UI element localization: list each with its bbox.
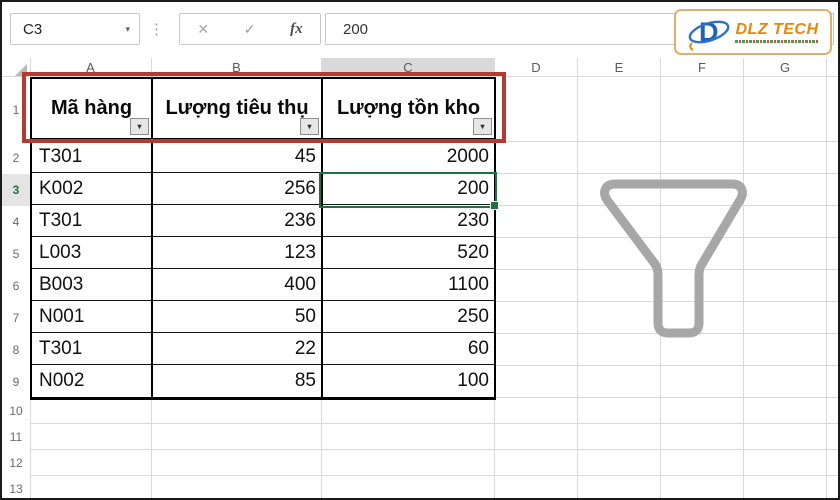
table-cell[interactable]: 236 (153, 205, 323, 237)
row-header-2[interactable]: 2 (2, 142, 30, 174)
more-options-icon[interactable]: ⋮ (149, 20, 164, 38)
dlz-tech-logo: D DLZ TECH (674, 9, 832, 55)
table-cell[interactable]: L003 (32, 237, 153, 269)
table-cell[interactable]: 123 (153, 237, 323, 269)
table-header-label: Lượng tiêu thụ (165, 97, 309, 119)
table-cell[interactable]: 100 (323, 365, 494, 397)
filter-dropdown-button[interactable]: ▾ (300, 118, 319, 135)
row-header-10[interactable]: 10 (2, 398, 30, 424)
table-cell[interactable]: K002 (32, 173, 153, 205)
filter-dropdown-button[interactable]: ▾ (130, 118, 149, 135)
table-header-cell[interactable]: Mã hàng ▾ (32, 79, 153, 141)
logo-d-orbit-icon: D (688, 17, 730, 51)
gridline (826, 58, 827, 498)
commit-icon[interactable]: ✓ (244, 21, 256, 38)
column-header-e[interactable]: E (578, 58, 660, 77)
table-cell[interactable]: 230 (323, 205, 494, 237)
gridline (30, 475, 838, 476)
logo-brand-text: DLZ TECH (735, 21, 819, 38)
row-header-12[interactable]: 12 (2, 450, 30, 476)
column-header-a[interactable]: A (30, 58, 151, 77)
column-header-c[interactable]: C (322, 58, 494, 77)
name-box-value: C3 (23, 20, 43, 38)
gridline (30, 423, 838, 424)
table-cell[interactable]: 2000 (323, 141, 494, 173)
table-header-cell[interactable]: Lượng tồn kho ▾ (323, 79, 494, 141)
gridline (577, 58, 578, 498)
table-cell[interactable]: 250 (323, 301, 494, 333)
formula-actions: ✕ ✓ fx (179, 13, 321, 45)
table-header-label: Mã hàng (50, 97, 133, 119)
table-cell[interactable]: 45 (153, 141, 323, 173)
data-table: Mã hàng ▾ Lượng tiêu thụ ▾ Lượng tồn kho… (30, 77, 496, 400)
chevron-down-icon[interactable]: ▾ (125, 24, 139, 35)
row-header-11[interactable]: 11 (2, 424, 30, 450)
table-cell[interactable]: 22 (153, 333, 323, 365)
row-header-4[interactable]: 4 (2, 206, 30, 238)
table-cell[interactable]: T301 (32, 141, 153, 173)
row-header-6[interactable]: 6 (2, 270, 30, 302)
cancel-icon[interactable]: ✕ (197, 21, 209, 38)
column-header-b[interactable]: B (152, 58, 321, 77)
column-header-d[interactable]: D (495, 58, 577, 77)
table-cell[interactable]: 85 (153, 365, 323, 397)
row-header-1[interactable]: 1 (2, 77, 30, 142)
insert-function-icon[interactable]: fx (290, 21, 303, 38)
filter-funnel-icon (600, 179, 747, 338)
table-cell[interactable]: N001 (32, 301, 153, 333)
table-cell[interactable]: 400 (153, 269, 323, 301)
table-cell[interactable]: 1100 (323, 269, 494, 301)
column-header-f[interactable]: F (661, 58, 743, 77)
gridline (30, 449, 838, 450)
table-cell[interactable]: T301 (32, 333, 153, 365)
row-header-9[interactable]: 9 (2, 366, 30, 398)
table-cell[interactable]: 256 (153, 173, 323, 205)
table-cell[interactable]: B003 (32, 269, 153, 301)
table-cell[interactable]: N002 (32, 365, 153, 397)
table-cell-selected[interactable]: 200 (323, 173, 494, 205)
column-header-g[interactable]: G (744, 58, 826, 77)
row-header-8[interactable]: 8 (2, 334, 30, 366)
row-header-7[interactable]: 7 (2, 302, 30, 334)
table-cell[interactable]: 520 (323, 237, 494, 269)
table-header-cell[interactable]: Lượng tiêu thụ ▾ (153, 79, 323, 141)
row-header-5[interactable]: 5 (2, 238, 30, 270)
row-header-13[interactable]: 13 (2, 476, 30, 498)
logo-text: DLZ TECH (735, 21, 819, 43)
logo-tagline (735, 40, 819, 43)
filter-dropdown-button[interactable]: ▾ (473, 118, 492, 135)
select-all-button[interactable] (15, 64, 27, 76)
table-cell[interactable]: 60 (323, 333, 494, 365)
table-cell[interactable]: 50 (153, 301, 323, 333)
row-header-3[interactable]: 3 (2, 174, 30, 206)
formula-bar-value: 200 (343, 20, 369, 38)
name-box[interactable]: C3 ▾ (10, 13, 140, 45)
table-header-label: Lượng tồn kho (336, 97, 481, 119)
table-cell[interactable]: T301 (32, 205, 153, 237)
spreadsheet-window: C3 ▾ ⋮ ✕ ✓ fx 200 D DLZ TECH A B C D E F… (0, 0, 840, 500)
